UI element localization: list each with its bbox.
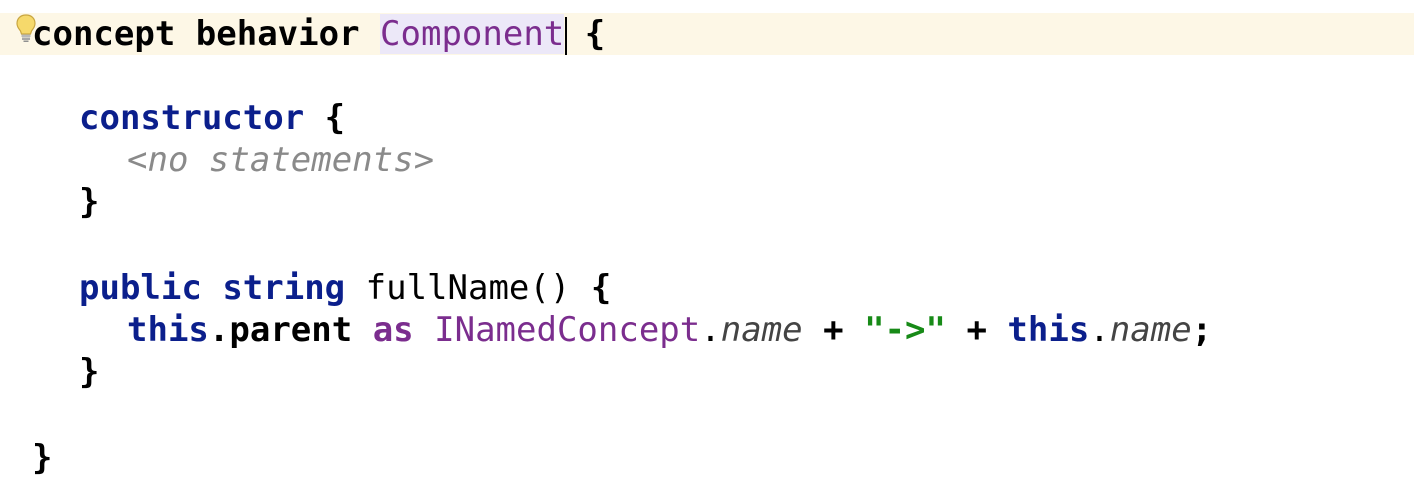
plus-operator: + — [966, 310, 987, 350]
code-line-7[interactable]: } — [0, 351, 1414, 393]
keyword-this: this — [127, 310, 209, 350]
code-line-1[interactable]: concept behavior Component { — [0, 13, 1414, 55]
dot-operator: . — [1089, 310, 1110, 350]
empty-statements-placeholder[interactable]: <no statements> — [127, 140, 434, 180]
keyword-constructor: constructor — [79, 98, 305, 138]
lightbulb-icon[interactable] — [15, 13, 37, 43]
close-brace: } — [79, 352, 100, 392]
code-editor[interactable]: concept behavior Component { constructor… — [0, 0, 1414, 504]
member-name[interactable]: name — [721, 310, 803, 350]
string-literal[interactable]: "->" — [864, 310, 946, 350]
open-brace: { — [584, 14, 606, 54]
keyword-behavior: behavior — [195, 14, 360, 54]
close-brace: } — [79, 182, 100, 222]
open-brace: { — [590, 268, 612, 308]
keyword-concept: concept — [32, 14, 176, 54]
keyword-public: public — [79, 268, 202, 308]
keyword-as: as — [372, 310, 414, 350]
text-caret — [565, 16, 568, 55]
member-name[interactable]: name — [1110, 310, 1192, 350]
keyword-string: string — [222, 268, 346, 308]
dot-operator: . — [700, 310, 721, 350]
code-line-3[interactable]: <no statements> — [0, 139, 1414, 181]
keyword-this: this — [1007, 310, 1090, 350]
type-reference[interactable]: INamedConcept — [434, 310, 700, 350]
dot-operator: . — [208, 310, 230, 350]
code-line-2[interactable]: constructor { — [0, 97, 1414, 139]
code-line-5[interactable]: public string fullName() { — [0, 267, 1414, 309]
code-line-4[interactable]: } — [0, 181, 1414, 223]
close-brace: } — [32, 438, 53, 478]
code-line-6[interactable]: this.parent as INamedConcept.name + "->"… — [0, 309, 1414, 351]
semicolon: ; — [1191, 310, 1213, 350]
member-parent[interactable]: parent — [229, 310, 352, 350]
code-line-8[interactable]: } — [0, 437, 1414, 479]
method-name[interactable]: fullName — [366, 268, 530, 308]
open-brace: { — [324, 98, 346, 138]
concept-reference[interactable]: Component — [380, 14, 565, 54]
method-parens: () — [529, 268, 571, 308]
plus-operator: + — [823, 310, 844, 350]
